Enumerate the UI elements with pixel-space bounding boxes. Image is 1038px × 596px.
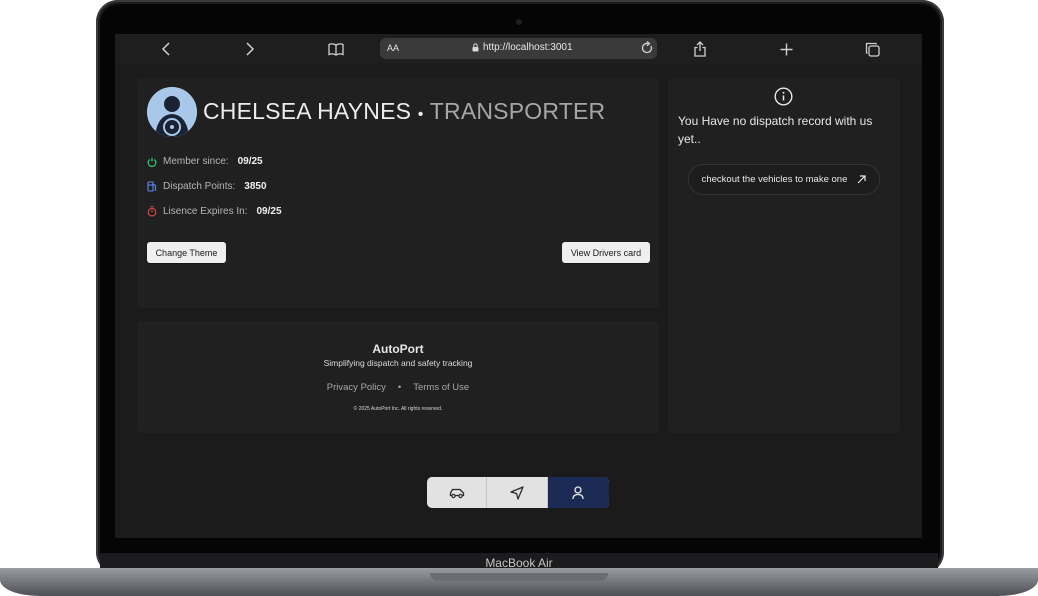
bottom-nav bbox=[427, 477, 609, 508]
stat-label: Lisence Expires In: bbox=[163, 206, 248, 217]
footer-tagline: Simplifying dispatch and safety tracking bbox=[323, 358, 473, 368]
footer-link-separator: • bbox=[397, 382, 402, 393]
share-button[interactable] bbox=[691, 40, 709, 58]
nav-vehicles-button[interactable] bbox=[427, 477, 488, 508]
footer-brand: AutoPort bbox=[372, 342, 424, 356]
avatar bbox=[147, 87, 197, 137]
profile-card: CHELSEA HAYNES • TRANSPORTER Member sinc… bbox=[137, 78, 659, 308]
nav-profile-button[interactable] bbox=[547, 477, 609, 508]
address-bar[interactable]: AA http://localhost:3001 bbox=[380, 38, 657, 59]
footer: AutoPort Simplifying dispatch and safety… bbox=[137, 321, 659, 433]
chevron-left-icon bbox=[161, 42, 170, 56]
plus-icon bbox=[780, 43, 792, 55]
url-text: http://localhost:3001 bbox=[483, 42, 573, 53]
terms-of-use-link[interactable]: Terms of Use bbox=[413, 382, 469, 393]
stat-license-expiry: Lisence Expires In: 09/25 bbox=[147, 206, 282, 217]
dispatch-card: You Have no dispatch record with us yet.… bbox=[668, 78, 900, 433]
screen: AA http://localhost:3001 CHELSEA HAYNES … bbox=[115, 34, 922, 538]
empty-dispatch-message: You Have no dispatch record with us yet.… bbox=[678, 114, 873, 146]
checkout-vehicles-button[interactable]: checkout the vehicles to make one bbox=[688, 164, 880, 195]
info-icon bbox=[774, 87, 793, 106]
car-icon bbox=[449, 488, 464, 498]
driver-role: TRANSPORTER bbox=[429, 98, 606, 124]
driver-name: CHELSEA HAYNES bbox=[203, 98, 412, 124]
footer-copyright: © 2025 AutoPort Inc. All rights reserved… bbox=[353, 406, 443, 412]
checkout-vehicles-label: checkout the vehicles to make one bbox=[701, 174, 848, 185]
tabs-icon bbox=[865, 42, 880, 57]
stat-value: 09/25 bbox=[256, 206, 282, 217]
app-page: CHELSEA HAYNES • TRANSPORTER Member sinc… bbox=[115, 64, 922, 538]
lock-icon bbox=[472, 43, 479, 52]
text-size-button[interactable]: AA bbox=[387, 43, 399, 53]
stat-value: 3850 bbox=[244, 181, 267, 192]
share-icon bbox=[694, 41, 706, 57]
stat-value: 09/25 bbox=[237, 156, 263, 167]
change-theme-button[interactable]: Change Theme bbox=[147, 242, 226, 263]
forward-button[interactable] bbox=[241, 40, 259, 58]
footer-links: Privacy Policy • Terms of Use bbox=[137, 382, 659, 393]
reload-icon bbox=[641, 41, 653, 54]
arrow-up-right-icon bbox=[857, 175, 866, 184]
chevron-right-icon bbox=[246, 42, 255, 56]
stat-member-since: Member since: 09/25 bbox=[147, 156, 263, 167]
timer-icon bbox=[147, 206, 157, 217]
back-button[interactable] bbox=[157, 40, 175, 58]
browser-toolbar: AA http://localhost:3001 bbox=[115, 34, 922, 64]
navigation-icon bbox=[510, 485, 524, 500]
bookmarks-button[interactable] bbox=[327, 40, 345, 58]
name-separator: • bbox=[417, 106, 424, 123]
driver-avatar-icon bbox=[147, 87, 197, 137]
stat-dispatch-points: Dispatch Points: 3850 bbox=[147, 181, 267, 192]
user-icon bbox=[572, 485, 584, 499]
power-icon bbox=[147, 157, 157, 167]
tabs-button[interactable] bbox=[863, 40, 881, 58]
profile-heading: CHELSEA HAYNES • TRANSPORTER bbox=[203, 98, 605, 125]
laptop-notch bbox=[430, 573, 608, 581]
book-icon bbox=[328, 42, 344, 56]
new-tab-button[interactable] bbox=[777, 40, 795, 58]
camera bbox=[516, 19, 522, 25]
view-drivers-card-button[interactable]: View Drivers card bbox=[562, 242, 650, 263]
privacy-policy-link[interactable]: Privacy Policy bbox=[327, 382, 386, 393]
reload-button[interactable] bbox=[640, 39, 654, 60]
stat-label: Member since: bbox=[163, 156, 229, 167]
stat-label: Dispatch Points: bbox=[163, 181, 236, 192]
nav-dispatch-button[interactable] bbox=[487, 477, 548, 508]
fuel-icon bbox=[147, 181, 157, 192]
